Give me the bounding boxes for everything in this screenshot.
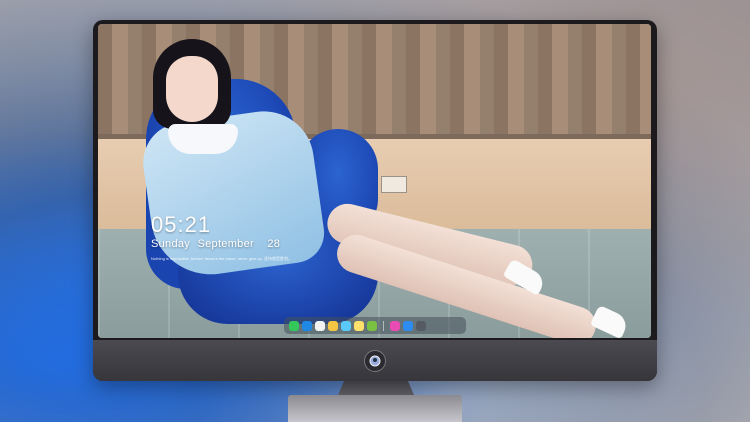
hatsune-logo-icon bbox=[364, 350, 386, 372]
lockscreen-weekday: Sunday bbox=[151, 238, 191, 250]
wallpaper-figure-collar bbox=[168, 124, 238, 154]
notes-icon[interactable] bbox=[328, 320, 338, 331]
finder-icon[interactable] bbox=[302, 320, 312, 331]
stickies-icon[interactable] bbox=[354, 320, 364, 331]
lockscreen-date: Sunday September 28 bbox=[151, 238, 280, 250]
camera-icon[interactable] bbox=[416, 320, 426, 331]
dock-separator bbox=[383, 320, 384, 331]
wallpaper-outlet bbox=[381, 176, 407, 193]
wallpaper-figure-face bbox=[166, 56, 218, 122]
lockscreen-clock: 05:21 bbox=[151, 212, 212, 237]
app-store-icon[interactable] bbox=[403, 320, 413, 331]
monitor-stand-neck bbox=[338, 381, 414, 395]
messages-icon[interactable] bbox=[289, 320, 299, 331]
lockscreen-day: 28 bbox=[267, 238, 281, 250]
mail-icon[interactable] bbox=[341, 320, 351, 331]
music-icon[interactable] bbox=[390, 320, 400, 331]
lockscreen-month: September bbox=[197, 238, 254, 250]
lockscreen-quote: Nothing is impossible, fortune favours t… bbox=[151, 256, 292, 261]
monitor-stand-base bbox=[288, 395, 462, 422]
dock bbox=[284, 317, 466, 334]
photos-icon[interactable] bbox=[367, 320, 377, 331]
screen[interactable]: 05:21 Sunday September 28 Nothing is imp… bbox=[98, 24, 651, 338]
clock-icon[interactable] bbox=[315, 320, 325, 331]
